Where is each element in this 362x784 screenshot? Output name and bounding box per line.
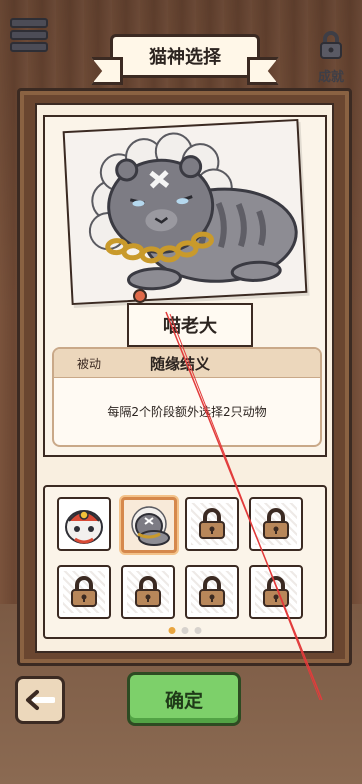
lock-icon xyxy=(199,576,225,607)
skill-description: 每隔2个阶段额外选择2只动物 xyxy=(107,404,267,419)
cat-portrait xyxy=(62,118,308,306)
cat-slot-locked[interactable] xyxy=(249,497,303,551)
pin-icon xyxy=(133,289,147,303)
cat-selection-grid xyxy=(43,485,327,639)
cat-detail-card: 喵老大 被动 随缘结义 每隔2个阶段额外选择2只动物 xyxy=(43,115,327,457)
confirm-button[interactable]: 确定 xyxy=(127,672,241,726)
skill-type: 被动 xyxy=(76,356,101,371)
cat-god-panel: 喵老大 被动 随缘结义 每隔2个阶段额外选择2只动物 xyxy=(17,88,352,666)
page-title: 猫神选择 xyxy=(110,34,260,78)
cat-name: 喵老大 xyxy=(127,303,253,347)
skill-name: 随缘结义 xyxy=(150,354,211,373)
lock-icon xyxy=(71,576,97,607)
back-arrow-icon xyxy=(26,690,55,710)
cat-slot-lion-dance[interactable] xyxy=(57,497,111,551)
back-button[interactable] xyxy=(15,676,65,724)
menu-bar xyxy=(10,30,48,40)
cat-slot-locked[interactable] xyxy=(57,565,111,619)
achievement-label: 成就 xyxy=(317,70,344,85)
lion-dance-cat-icon xyxy=(65,510,103,544)
page-dot-active[interactable] xyxy=(168,627,176,634)
cat-slot-boss-cat[interactable] xyxy=(121,497,177,553)
achievement-button[interactable]: 成就 xyxy=(310,30,352,88)
skill-header: 被动 随缘结义 xyxy=(54,349,320,378)
menu-bar xyxy=(10,42,48,52)
panel-inner: 喵老大 被动 随缘结义 每隔2个阶段额外选择2只动物 xyxy=(35,103,334,653)
menu-button[interactable] xyxy=(10,18,48,52)
boss-cat-icon xyxy=(131,506,170,546)
page-dot[interactable] xyxy=(194,627,202,634)
lock-icon xyxy=(263,576,289,607)
page-indicator xyxy=(168,627,202,634)
lock-icon xyxy=(316,30,346,60)
cat-slot-locked[interactable] xyxy=(185,565,239,619)
lock-icon xyxy=(263,508,289,539)
skill-box: 被动 随缘结义 每隔2个阶段额外选择2只动物 xyxy=(52,347,322,447)
cat-slot-locked[interactable] xyxy=(185,497,239,551)
menu-bar xyxy=(10,18,48,28)
cat-slot-locked[interactable] xyxy=(121,565,175,619)
cat-slot-locked[interactable] xyxy=(249,565,303,619)
lock-icon xyxy=(135,576,161,607)
lock-icon xyxy=(199,508,225,539)
page-dot[interactable] xyxy=(181,627,189,634)
